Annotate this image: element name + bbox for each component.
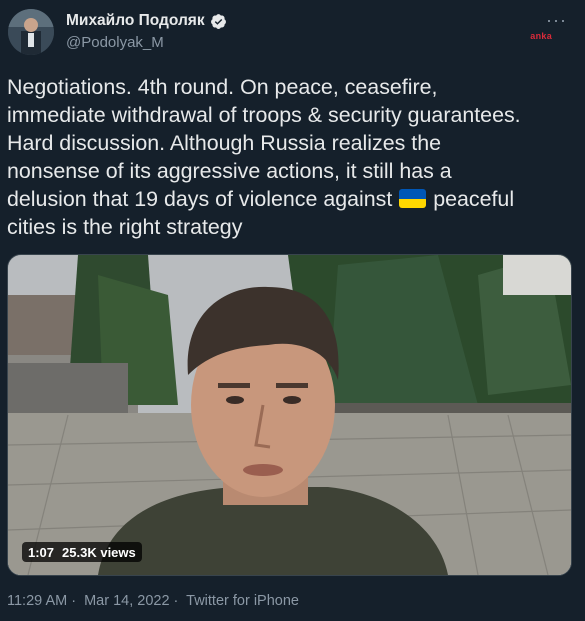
avatar[interactable] [8,9,54,55]
tweet-date[interactable]: Mar 14, 2022 [84,593,169,609]
author-name[interactable]: Михайло Подоляк [66,12,205,30]
video-duration: 1:07 [28,544,55,560]
tweet-time[interactable]: 11:29 AM [7,593,67,609]
meta-separator-2: · [173,593,179,609]
verified-badge-icon [210,13,226,29]
watermark-logo: anka [530,31,552,41]
video-stats-overlay: 1:07 25.3K views [22,542,142,562]
tweet-text: Negotiations. 4th round. On peace, cease… [7,73,577,241]
video-thumbnail [8,255,571,575]
ukraine-flag-icon [399,189,427,208]
more-options-icon[interactable]: ··· [546,10,567,31]
avatar-image [8,9,54,55]
video-views: 25.3K views [62,544,136,560]
video-player[interactable]: 1:07 25.3K views [7,254,572,576]
meta-separator-1: · [71,593,77,609]
tweet-source[interactable]: Twitter for iPhone [186,593,299,609]
author-name-row[interactable]: Михайло Подоляк [66,12,227,30]
author-handle[interactable]: @Podolyak_M [66,34,164,51]
tweet-meta: 11:29 AM · Mar 14, 2022 · Twitter for iPho… [7,593,303,609]
